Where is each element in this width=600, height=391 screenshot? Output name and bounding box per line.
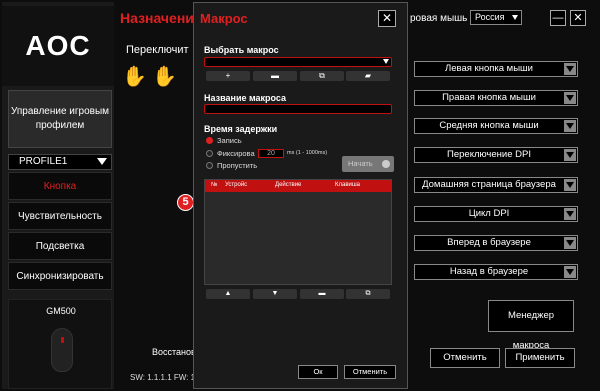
col-number: № [211,182,218,188]
sidebar-item-sensitivity[interactable]: Чувствительность [8,202,112,230]
chevron-down-icon [512,15,518,20]
select-macro-dropdown[interactable] [204,57,392,67]
sidebar: AOC Управление игровым профилем PROFILE1… [2,2,114,389]
modal-cancel-button[interactable]: Отменить [344,365,396,379]
chevron-down-icon [564,179,576,191]
sidebar-item-lighting[interactable]: Подсветка [8,232,112,260]
restore-text[interactable]: Восстанов [152,347,196,357]
delete-macro-button[interactable]: ▬ [253,71,297,81]
cancel-button[interactable]: Отменить [430,348,500,368]
version-info: SW: 1.1.1.1 FW: 1.0 [130,373,202,382]
device-panel: GM500 [8,299,112,389]
chevron-down-icon [564,63,576,75]
copy-macro-button[interactable]: ⧉ [300,71,344,81]
copy-row-button[interactable]: ⧉ [346,289,390,299]
app-window: AOC Управление игровым профилем PROFILE1… [0,0,600,391]
assign-label: Домашняя страница браузера [422,179,556,190]
col-device: Устройс [225,182,248,188]
hand-red-icon[interactable]: ✋ [152,64,177,89]
open-macro-button[interactable]: ▰ [346,71,390,81]
sidebar-item-sync[interactable]: Синхронизировать [8,262,112,290]
start-record-label: Начать [348,159,373,168]
macro-manager-button[interactable]: Менеджер макроса [488,300,574,351]
assign-label: Левая кнопка мыши [445,63,533,74]
window-close-button[interactable]: ✕ [570,10,586,26]
assign-dpi-cycle[interactable]: Цикл DPI [414,206,578,222]
macro-name-input[interactable] [204,104,392,114]
chevron-down-icon [97,158,107,165]
macro-table-header: № Устройс Действие Клавиша [205,180,391,192]
assign-browser-home[interactable]: Домашняя страница браузера [414,177,578,193]
radio-fixed-label: Фиксирова [217,149,255,158]
chevron-down-icon [564,237,576,249]
move-up-button[interactable]: ▲ [206,289,250,299]
language-select[interactable]: Россия [470,10,522,25]
macro-dialog: Макрос ✕ Выбрать макрос + ▬ ⧉ ▰ Название… [193,2,408,389]
assign-label: Цикл DPI [468,208,510,219]
device-type-label: ровая мышь [410,13,468,24]
radio-record-label: Запись [217,136,242,145]
step-badge: 5 [177,194,194,211]
profile-select-value: PROFILE1 [19,156,68,167]
assign-label: Правая кнопка мыши [442,92,536,103]
chevron-down-icon [564,92,576,104]
chevron-down-icon [564,149,576,161]
record-knob-icon [382,160,390,168]
profile-select[interactable]: PROFILE1 [8,154,112,170]
radio-skip[interactable] [206,162,213,169]
start-record-button[interactable]: Начать [342,156,394,172]
profile-management-button[interactable]: Управление игровым профилем [8,90,112,148]
chevron-down-icon [564,120,576,132]
aoc-logo: AOC [2,6,114,86]
move-down-button[interactable]: ▼ [253,289,297,299]
chevron-down-icon [564,266,576,278]
macro-dialog-header: Макрос ✕ [194,3,407,31]
delete-row-button[interactable]: ▬ [300,289,344,299]
macro-name-label: Название макроса [204,93,287,103]
assign-browser-forward[interactable]: Вперед в браузере [414,235,578,251]
delay-unit-label: ms (1 - 1000ms) [287,150,328,156]
assign-label: Средняя кнопка мыши [439,120,539,131]
minimize-button[interactable]: — [550,10,566,26]
switch-label: Переключит [126,44,189,56]
page-title: Назначени [120,10,194,26]
radio-record[interactable] [206,137,213,144]
hand-outline-icon[interactable]: ✋ [122,64,147,89]
assign-middle-click[interactable]: Средняя кнопка мыши [414,118,578,134]
apply-button[interactable]: Применить [505,348,575,368]
col-key: Клавиша [335,182,361,188]
ok-button[interactable]: Ок [298,365,338,379]
macro-dialog-close-button[interactable]: ✕ [378,10,396,27]
col-action: Действие [275,182,302,188]
macro-table: № Устройс Действие Клавиша [204,179,392,285]
mouse-image [51,328,73,372]
radio-fixed[interactable] [206,150,213,157]
delay-label: Время задержки [204,124,278,134]
assign-label: Назад в браузере [449,266,529,277]
macro-dialog-title: Макрос [200,11,248,26]
radio-skip-label: Пропустить [217,161,258,170]
chevron-down-icon [383,59,389,64]
assign-label: Переключение DPI [447,149,531,160]
chevron-down-icon [564,208,576,220]
language-value: Россия [475,12,505,22]
select-macro-label: Выбрать макрос [204,45,279,55]
assign-dpi-switch[interactable]: Переключение DPI [414,147,578,163]
assign-right-click[interactable]: Правая кнопка мыши [414,90,578,106]
delay-input[interactable]: 20 [258,149,284,158]
device-name: GM500 [46,306,76,316]
assign-browser-back[interactable]: Назад в браузере [414,264,578,280]
assign-left-click[interactable]: Левая кнопка мыши [414,61,578,77]
sidebar-item-button[interactable]: Кнопка [8,172,112,200]
assign-label: Вперед в браузере [447,237,531,248]
add-macro-button[interactable]: + [206,71,250,81]
